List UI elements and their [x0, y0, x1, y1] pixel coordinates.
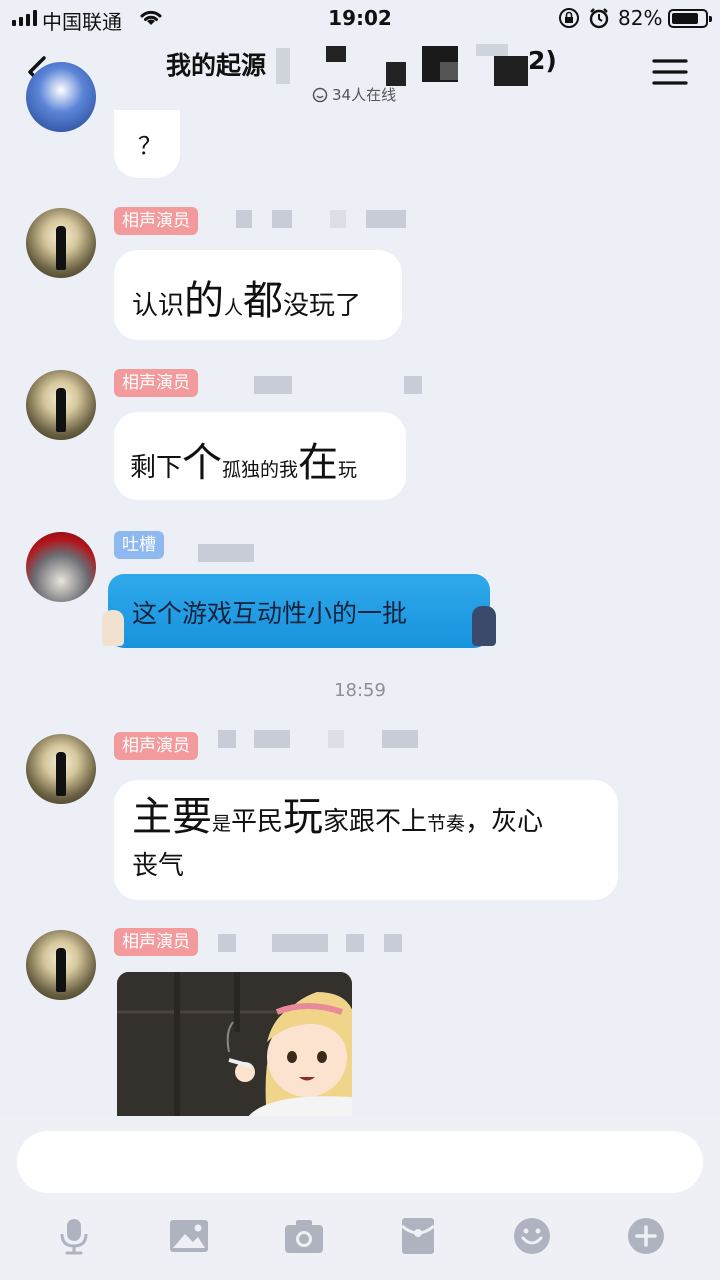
- role-tag: 相声演员: [114, 369, 198, 397]
- microphone-icon[interactable]: [52, 1216, 96, 1256]
- avatar[interactable]: [26, 930, 96, 1000]
- message-text: 人: [224, 297, 244, 319]
- sender-name-redacted: [254, 376, 424, 394]
- header-overlay: [0, 36, 720, 110]
- camera-icon[interactable]: [282, 1216, 326, 1256]
- role-tag: 相声演员: [114, 928, 198, 956]
- message-text: 主要: [132, 794, 212, 840]
- rotation-lock-icon: [559, 8, 579, 28]
- red-packet-icon[interactable]: [396, 1216, 440, 1256]
- input-area: [0, 1116, 720, 1280]
- image-icon[interactable]: [167, 1216, 211, 1256]
- message-bubble[interactable]: ？: [114, 110, 180, 178]
- sender-name-redacted: [218, 730, 422, 748]
- role-tag: 吐槽: [114, 531, 164, 559]
- message-text: 是: [212, 813, 232, 835]
- message-text: 在: [298, 440, 339, 486]
- message-bubble[interactable]: 剩下个孤独的我在玩: [114, 412, 406, 500]
- message-text: 剩下: [130, 453, 183, 483]
- message-text: 节奏: [427, 813, 466, 835]
- role-tag: 相声演员: [114, 207, 198, 235]
- emoji-icon[interactable]: [510, 1216, 554, 1256]
- battery-percentage: 82%: [618, 6, 663, 30]
- message-input[interactable]: [17, 1131, 703, 1193]
- plus-icon[interactable]: [624, 1216, 668, 1256]
- sender-name-redacted: [198, 544, 256, 562]
- sender-name-redacted: [218, 934, 404, 952]
- status-bar: 中国联通 19:02 82%: [0, 0, 720, 36]
- message-text: 都: [243, 278, 284, 324]
- message-bubble[interactable]: 主要是平民玩家跟不上节奏，灰心丧气: [114, 780, 618, 900]
- message-text: 的: [184, 278, 225, 324]
- message-text: 玩: [283, 794, 324, 840]
- clock: 19:02: [328, 6, 392, 30]
- avatar[interactable]: [26, 208, 96, 278]
- alarm-icon: [589, 8, 609, 29]
- message-text: 这个游戏互动性小的一批: [132, 599, 408, 628]
- image-message[interactable]: [117, 972, 352, 1118]
- message-bubble[interactable]: 认识的人都没玩了: [114, 250, 402, 340]
- message-text: 丧气: [132, 851, 185, 881]
- message-text: 玩: [338, 459, 358, 481]
- battery-icon: [668, 9, 712, 28]
- message-text: 个: [182, 440, 223, 486]
- role-tag: 相声演员: [114, 732, 198, 760]
- time-divider: 18:59: [334, 680, 386, 701]
- message-text: 没玩了: [283, 291, 362, 321]
- message-text: 认识: [132, 291, 185, 321]
- message-text: ？: [138, 132, 162, 160]
- message-text: ，灰心: [465, 807, 544, 837]
- bubble-decoration-left: [102, 610, 124, 646]
- message-text: 家跟不上: [323, 807, 428, 837]
- bubble-decoration-right: [472, 606, 496, 646]
- anime-sticker-image: [117, 972, 352, 1118]
- message-text: 孤独的我: [222, 459, 299, 481]
- avatar[interactable]: [26, 734, 96, 804]
- sender-name-redacted: [236, 210, 422, 228]
- message-text: 平民: [231, 807, 284, 837]
- avatar[interactable]: [26, 532, 96, 602]
- message-bubble[interactable]: 这个游戏互动性小的一批: [102, 574, 496, 648]
- avatar[interactable]: [26, 370, 96, 440]
